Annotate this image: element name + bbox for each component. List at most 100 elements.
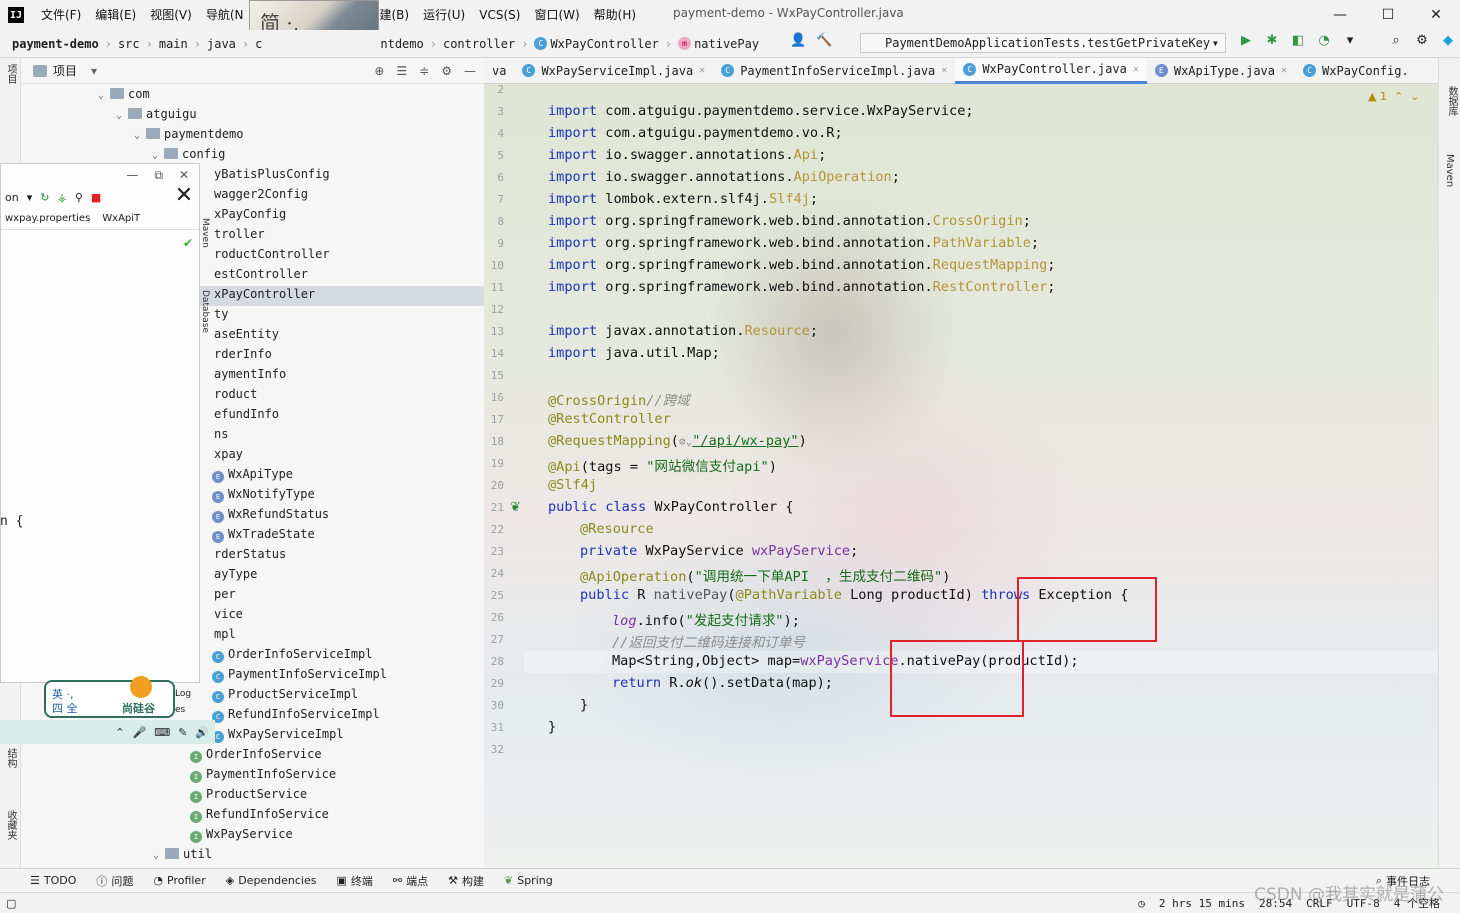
breadcrumb-src[interactable]: src <box>118 37 140 51</box>
coverage-icon[interactable]: ◧ <box>1290 33 1306 49</box>
close-tab-icon[interactable]: ✕ <box>1281 65 1287 76</box>
chevron-down-icon[interactable]: ⌄ <box>153 846 159 866</box>
tree-item[interactable]: C OrderInfoServiceImpl <box>212 644 373 664</box>
tree-item[interactable]: per <box>214 584 236 604</box>
run-icon[interactable]: ▶ <box>1238 33 1254 49</box>
menu-run[interactable]: 运行(U) <box>416 0 472 30</box>
ime-widget[interactable]: 英 ·, 四 全 尚硅谷 <box>44 676 175 718</box>
menu-file[interactable]: 文件(F) <box>34 0 88 30</box>
menu-edit[interactable]: 编辑(E) <box>88 0 143 30</box>
status-time[interactable]: 2 hrs 15 mins <box>1159 897 1245 910</box>
structure-tool-tab[interactable]: 结构 <box>3 748 18 768</box>
caret-up-icon[interactable]: ⌃ <box>115 726 124 739</box>
chevron-down-icon[interactable]: ⌄ <box>98 86 104 106</box>
tree-item[interactable]: rderStatus <box>214 544 286 564</box>
close-tab-icon[interactable]: ✕ <box>699 65 705 76</box>
close-tab-icon[interactable]: ✕ <box>941 65 947 76</box>
tree-item[interactable]: E WxTradeState <box>212 524 315 544</box>
project-panel-title[interactable]: 项目 <box>53 62 77 79</box>
speaker-icon[interactable]: 🔊 <box>195 726 209 739</box>
user-icon[interactable]: 👤 <box>790 33 806 49</box>
tree-item[interactable]: ⌄ config <box>152 144 225 164</box>
hammer-icon[interactable]: 🔨 <box>816 33 832 49</box>
collapse-all-icon[interactable]: ≑ <box>419 64 429 78</box>
tree-item[interactable]: I RefundInfoService <box>190 804 329 824</box>
tree-item[interactable]: rderInfo <box>214 344 272 364</box>
tree-item[interactable]: ⌄ atguigu <box>116 104 197 124</box>
maven-side-tab[interactable]: Maven <box>200 218 210 248</box>
filter-icon[interactable]: ⚲ <box>75 191 83 204</box>
profiler-tool-button[interactable]: ◔ Profiler <box>153 874 205 887</box>
breadcrumb-class[interactable]: WxPayController <box>550 37 658 51</box>
tree-item[interactable]: roduct <box>214 384 257 404</box>
menu-vcs[interactable]: VCS(S) <box>472 0 527 30</box>
breadcrumb-paymentdemo[interactable]: ntdemo <box>380 37 423 51</box>
close-icon[interactable]: ✕ <box>171 183 197 209</box>
editor-tab[interactable]: E WxApiType.java ✕ <box>1147 58 1295 84</box>
chevron-down-icon[interactable]: ⌄ <box>134 126 140 146</box>
profile-icon[interactable]: ◔ <box>1316 33 1332 49</box>
tree-item[interactable]: ns <box>214 424 228 444</box>
database-side-tab[interactable]: Database <box>200 290 210 333</box>
tree-item[interactable]: ayType <box>214 564 257 584</box>
editor-tab[interactable]: C WxPayController.java ✕ <box>955 57 1147 84</box>
editor-tab[interactable]: C WxPayConfig. <box>1295 58 1417 84</box>
more-chevron-icon[interactable]: ▾ <box>1342 33 1358 49</box>
favorites-tool-tab[interactable]: 收藏夹 <box>3 810 18 840</box>
build-tool-button[interactable]: ⚒ 构建 <box>448 873 484 889</box>
refresh-icon[interactable]: ↻ <box>40 191 49 204</box>
microphone-icon[interactable]: 🎤 <box>132 726 146 739</box>
maven-tool-tab[interactable]: Maven <box>1444 154 1455 187</box>
menu-help[interactable]: 帮助(H) <box>587 0 643 30</box>
close-tab-icon[interactable]: ✕ <box>1133 64 1139 75</box>
tree-item[interactable]: aseEntity <box>214 324 279 344</box>
minimize-button[interactable]: — <box>1316 0 1364 30</box>
hide-icon[interactable]: — <box>464 64 476 78</box>
problems-tool-button[interactable]: ⓘ 问题 <box>96 873 133 889</box>
menu-view[interactable]: 视图(V) <box>143 0 199 30</box>
tree-item[interactable]: C PaymentInfoServiceImpl <box>212 664 387 684</box>
stop-icon[interactable]: ■ <box>91 191 101 204</box>
run-configuration-select[interactable]: PaymentDemoApplicationTests.testGetPriva… <box>860 33 1226 53</box>
locate-icon[interactable]: ⊕ <box>374 64 384 78</box>
tree-item[interactable]: efundInfo <box>214 404 279 424</box>
chevron-down-icon[interactable]: ▾ <box>91 64 97 78</box>
tree-item[interactable]: estController <box>214 264 308 284</box>
tab-wxapitype[interactable]: WxApiT <box>102 213 140 224</box>
tree-icon[interactable]: ⚶ <box>57 191 66 204</box>
tree-item[interactable]: I OrderInfoService <box>190 744 322 764</box>
breadcrumb-controller[interactable]: controller <box>443 37 515 51</box>
breadcrumb-java[interactable]: java <box>207 37 236 51</box>
menu-navigate[interactable]: 导航(N <box>199 0 251 30</box>
tree-item[interactable]: xPayConfig <box>214 204 286 224</box>
search-icon[interactable]: ⌕ <box>1388 33 1404 49</box>
editor-tab[interactable]: C PaymentInfoServiceImpl.java ✕ <box>713 58 955 84</box>
tree-item[interactable]: I PaymentInfoService <box>190 764 336 784</box>
tree-item[interactable]: ⌄ com <box>98 84 150 104</box>
todo-tool-button[interactable]: ☰ TODO <box>30 874 76 887</box>
close-panel-icon[interactable]: ✕ <box>179 168 189 182</box>
tree-item[interactable]: C ProductServiceImpl <box>212 684 358 704</box>
tree-item[interactable]: E WxNotifyType <box>212 484 315 504</box>
maximize-button[interactable]: ☐ <box>1364 0 1412 30</box>
restore-panel-icon[interactable]: ⧉ <box>154 168 163 183</box>
tree-item[interactable]: ⌄ paymentdemo <box>134 124 244 144</box>
minimize-panel-icon[interactable]: — <box>126 168 138 182</box>
tree-item[interactable]: xpay <box>214 444 243 464</box>
bean-gutter-icon[interactable]: ❦ <box>510 500 521 515</box>
endpoints-tool-button[interactable]: ⚯ 端点 <box>393 873 428 889</box>
chevron-down-icon[interactable]: ⌄ <box>116 106 122 126</box>
tree-item[interactable]: C RefundInfoServiceImpl <box>212 704 380 724</box>
breadcrumb-com[interactable]: c <box>255 37 262 51</box>
gear-icon[interactable]: ⚙ <box>1414 33 1430 49</box>
warning-indicator[interactable]: ▲ 1 ⌃ ⌄ <box>1368 90 1419 103</box>
breadcrumb-project[interactable]: payment-demo <box>12 37 99 51</box>
pen-icon[interactable]: ✎ <box>178 726 187 739</box>
keyboard-icon[interactable]: ⌨ <box>154 726 170 739</box>
database-tool-tab[interactable]: 数据库 <box>1444 86 1459 116</box>
breadcrumb-main[interactable]: main <box>159 37 188 51</box>
tree-item[interactable]: C WxPayServiceImpl <box>212 724 344 744</box>
tree-item[interactable]: I ProductService <box>190 784 307 804</box>
tree-item[interactable]: vice <box>214 604 243 624</box>
breadcrumb-method[interactable]: nativePay <box>694 37 759 51</box>
